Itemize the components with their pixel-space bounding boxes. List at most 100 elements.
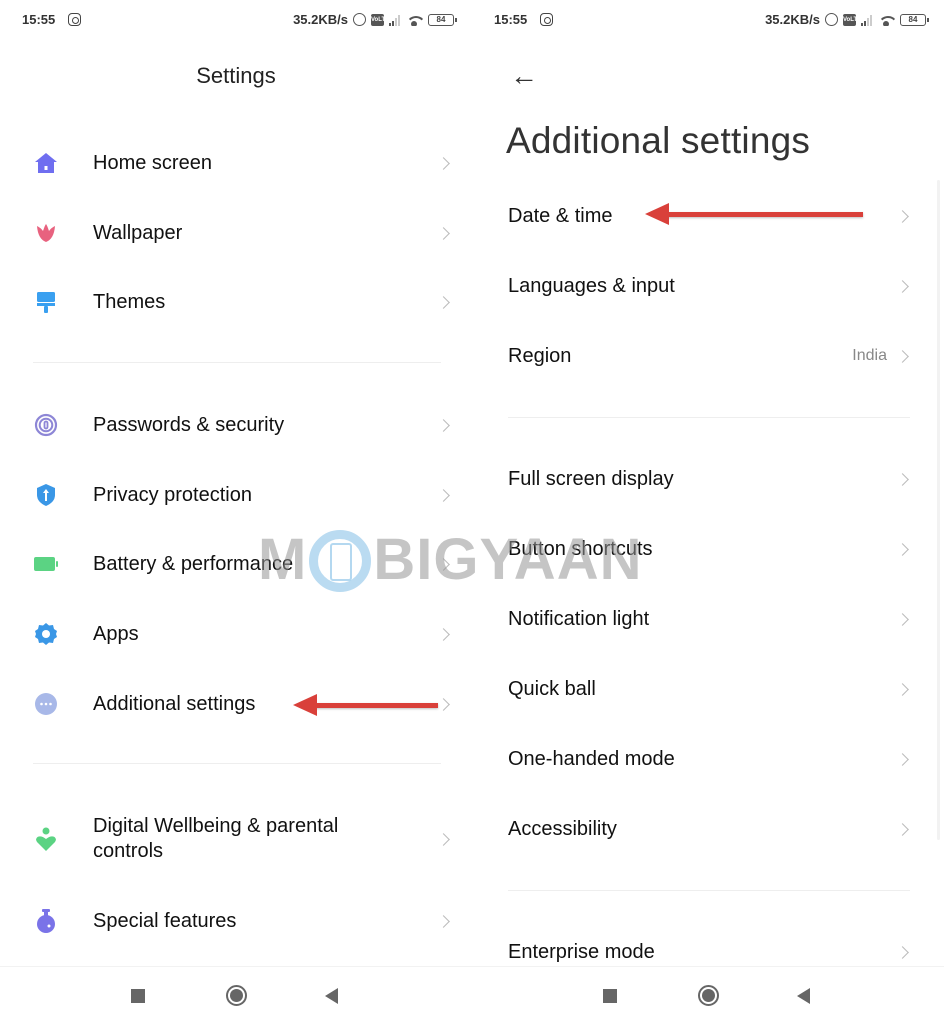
chevron-right-icon xyxy=(437,627,450,641)
chevron-right-icon xyxy=(437,295,450,309)
back-triangle-icon[interactable] xyxy=(325,988,338,1004)
group-divider xyxy=(508,417,910,418)
fingerprint-icon xyxy=(33,412,59,438)
chevron-right-icon xyxy=(896,822,909,836)
battery-icon: 84 xyxy=(428,13,457,26)
settings-item-digital-wellbeing[interactable]: Digital Wellbeing & parental controls xyxy=(0,808,472,870)
settings-item-privacy-protection[interactable]: Privacy protection xyxy=(0,465,472,525)
battery-icon: 84 xyxy=(900,13,929,26)
chevron-right-icon xyxy=(437,488,450,502)
settings-item-label: Home screen xyxy=(93,151,212,174)
status-bar: 15:55 35.2KB/s VoLTE 84 xyxy=(472,10,944,32)
chevron-right-icon xyxy=(437,697,450,711)
settings-item-label: Full screen display xyxy=(508,467,674,490)
signal-icon xyxy=(389,14,400,26)
status-time: 15:55 xyxy=(494,12,528,27)
gear-icon xyxy=(33,621,59,647)
volte-icon: VoLTE xyxy=(843,13,861,26)
paintbrush-icon xyxy=(33,289,59,315)
settings-item-languages-input[interactable]: Languages & input xyxy=(472,256,944,316)
instagram-icon xyxy=(68,13,81,26)
settings-item-one-handed-mode[interactable]: One-handed mode xyxy=(472,729,944,789)
settings-item-label: One-handed mode xyxy=(508,747,675,770)
group-divider xyxy=(33,362,441,363)
arrow-head-icon xyxy=(645,203,669,225)
settings-item-label: Apps xyxy=(93,622,139,645)
volte-icon: VoLTE xyxy=(371,13,389,26)
chevron-right-icon xyxy=(896,349,909,363)
wifi-icon xyxy=(405,14,423,26)
back-arrow-icon[interactable]: ← xyxy=(510,62,538,90)
chevron-right-icon xyxy=(437,832,450,846)
wifi-icon xyxy=(877,14,895,26)
chevron-right-icon xyxy=(896,279,909,293)
settings-item-label: Special features xyxy=(93,909,237,932)
settings-item-notification-light[interactable]: Notification light xyxy=(472,589,944,649)
settings-item-region[interactable]: Region India xyxy=(472,326,944,386)
settings-item-apps[interactable]: Apps xyxy=(0,604,472,664)
settings-item-label: Themes xyxy=(93,290,166,313)
status-time: 15:55 xyxy=(22,12,56,27)
home-circle-icon[interactable] xyxy=(698,985,719,1006)
network-speed: 35.2KB/s xyxy=(293,12,348,27)
settings-item-label: Languages & input xyxy=(508,274,675,297)
settings-item-label: Passwords & security xyxy=(93,413,285,436)
settings-item-themes[interactable]: Themes xyxy=(0,272,472,332)
settings-item-wallpaper[interactable]: Wallpaper xyxy=(0,203,472,263)
settings-item-label: Digital Wellbeing & parental controls xyxy=(93,815,339,862)
shield-icon xyxy=(33,482,59,508)
navigation-bar xyxy=(472,966,944,1024)
settings-item-label: Additional settings xyxy=(93,692,256,715)
chevron-right-icon xyxy=(437,418,450,432)
home-icon xyxy=(33,150,59,176)
settings-item-full-screen-display[interactable]: Full screen display xyxy=(472,449,944,509)
settings-item-passwords-security[interactable]: Passwords & security xyxy=(0,395,472,455)
recents-square-icon[interactable] xyxy=(131,989,145,1003)
region-value: India xyxy=(852,347,887,364)
annotation-arrow xyxy=(293,694,438,716)
settings-screen: 15:55 35.2KB/s VoLTE 84 Settings Home sc… xyxy=(0,0,472,1024)
chevron-right-icon xyxy=(896,612,909,626)
chevron-right-icon xyxy=(437,557,450,571)
settings-item-label: Date & time xyxy=(508,204,613,227)
flask-icon xyxy=(33,908,59,934)
network-speed: 35.2KB/s xyxy=(765,12,820,27)
battery-icon xyxy=(33,551,59,577)
settings-item-label: Accessibility xyxy=(508,817,617,840)
chevron-right-icon xyxy=(437,914,450,928)
settings-item-accessibility[interactable]: Accessibility xyxy=(472,799,944,859)
page-title: Settings xyxy=(196,63,276,88)
settings-item-label: Wallpaper xyxy=(93,221,183,244)
chevron-right-icon xyxy=(896,542,909,556)
settings-item-button-shortcuts[interactable]: Button shortcuts xyxy=(472,519,944,579)
group-divider xyxy=(508,890,910,891)
signal-icon xyxy=(861,14,872,26)
group-divider xyxy=(33,763,441,764)
settings-item-quick-ball[interactable]: Quick ball xyxy=(472,659,944,719)
chevron-right-icon xyxy=(896,472,909,486)
page-title: Additional settings xyxy=(506,120,811,161)
additional-settings-screen: 15:55 35.2KB/s VoLTE 84 ← Additional set… xyxy=(472,0,944,1024)
recents-square-icon[interactable] xyxy=(603,989,617,1003)
settings-item-label: Notification light xyxy=(508,607,650,630)
wellbeing-heart-icon xyxy=(33,826,59,852)
tulip-icon xyxy=(33,220,59,246)
settings-item-home-screen[interactable]: Home screen xyxy=(0,133,472,193)
chevron-right-icon xyxy=(896,945,909,959)
status-bar: 15:55 35.2KB/s VoLTE 84 xyxy=(0,10,472,32)
alarm-icon xyxy=(353,13,366,26)
home-circle-icon[interactable] xyxy=(226,985,247,1006)
settings-item-label: Enterprise mode xyxy=(508,940,655,963)
chevron-right-icon xyxy=(437,156,450,170)
navigation-bar xyxy=(0,966,472,1024)
settings-item-battery-performance[interactable]: Battery & performance xyxy=(0,534,472,594)
settings-item-label: Battery & performance xyxy=(93,552,294,575)
instagram-icon xyxy=(540,13,553,26)
chevron-right-icon xyxy=(896,209,909,223)
arrow-head-icon xyxy=(293,694,317,716)
settings-item-special-features[interactable]: Special features xyxy=(0,891,472,951)
back-triangle-icon[interactable] xyxy=(797,988,810,1004)
chevron-right-icon xyxy=(896,682,909,696)
settings-item-label: Privacy protection xyxy=(93,483,252,506)
more-dots-icon xyxy=(33,691,59,717)
